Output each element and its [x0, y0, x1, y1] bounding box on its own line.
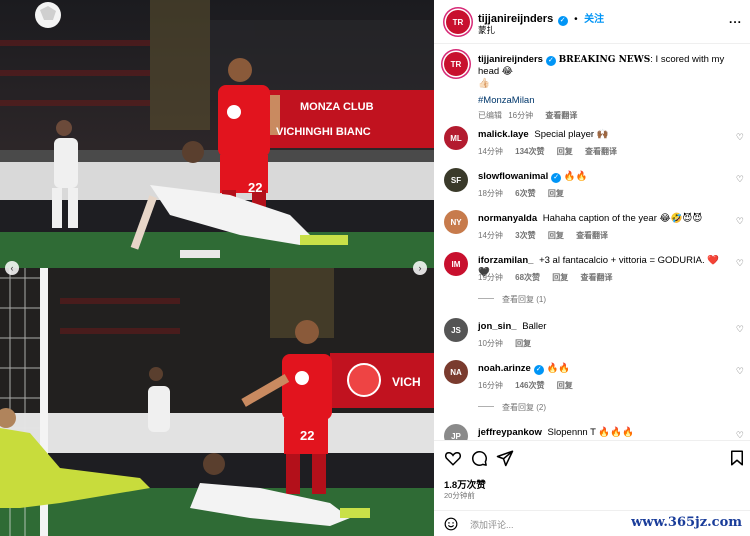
- post-header: TR tijjanireijnders ✓ • 关注 蒙扎 ...: [434, 0, 750, 44]
- caption-row: TR tijjanireijnders ✓ BREAKING NEWS: I sc…: [434, 52, 750, 120]
- chevron-left-icon[interactable]: ‹: [5, 261, 19, 275]
- heart-icon[interactable]: ♡: [736, 366, 744, 377]
- follow-button[interactable]: 关注: [584, 14, 604, 25]
- chevron-right-icon[interactable]: ›: [413, 261, 427, 275]
- caption-text: tijjanireijnders ✓ BREAKING NEWS: I score…: [478, 54, 728, 90]
- emoji-icon[interactable]: [444, 517, 458, 531]
- like-count[interactable]: 146次赞: [515, 381, 544, 390]
- heart-icon[interactable]: ♡: [736, 132, 744, 143]
- comment-text: 🔥🔥: [546, 363, 571, 374]
- comment-item: NA noah.arinze ✓ 🔥🔥 16分钟 146次赞 回复 查看回复 (2…: [434, 360, 750, 420]
- comment-avatar[interactable]: IM: [444, 252, 468, 276]
- comment-item: NY normanyalda Hahaha caption of the yea…: [434, 210, 750, 246]
- translate-link[interactable]: 查看翻译: [576, 231, 608, 240]
- heart-icon[interactable]: [444, 449, 462, 467]
- svg-text:MONZA CLUB: MONZA CLUB: [300, 101, 374, 113]
- caption-meta: 已编辑 16分钟 查看翻译: [478, 111, 578, 120]
- comment-username[interactable]: malick.laye: [478, 129, 529, 140]
- comment-meta: 14分钟 134次赞 回复 查看翻译: [478, 147, 617, 156]
- comment-text: Baller: [522, 321, 547, 332]
- add-comment-bar: 添加评论... www.365jz.com: [434, 510, 750, 536]
- comments-list[interactable]: TR tijjanireijnders ✓ BREAKING NEWS: I sc…: [434, 44, 750, 440]
- like-count[interactable]: 134次赞: [515, 147, 544, 156]
- translate-link[interactable]: 查看翻译: [585, 147, 617, 156]
- comment-avatar[interactable]: ML: [444, 126, 468, 150]
- comment-avatar[interactable]: SF: [444, 168, 468, 192]
- photo-goal-aftermath: VICH 22: [0, 268, 434, 536]
- heart-icon[interactable]: ♡: [736, 324, 744, 335]
- comment-avatar[interactable]: JP: [444, 424, 468, 440]
- translate-link[interactable]: 查看翻译: [545, 111, 577, 120]
- comment-meta: 16分钟 146次赞 回复: [478, 381, 573, 390]
- hashtag-link[interactable]: #MonzaMilan: [478, 95, 535, 106]
- reply-button[interactable]: 回复: [548, 231, 564, 240]
- action-bar: 1.8万次赞 20分钟前: [434, 440, 750, 510]
- comment-avatar[interactable]: NY: [444, 210, 468, 234]
- post-time: 20分钟前: [444, 491, 475, 500]
- add-comment-input[interactable]: 添加评论...: [470, 518, 514, 531]
- reply-button[interactable]: 回复: [557, 147, 573, 156]
- comment-text: Slopennn T 🔥🔥🔥: [547, 427, 634, 438]
- like-count[interactable]: 68次赞: [515, 273, 540, 282]
- comment-item: SF slowflowanimal ✓ 🔥🔥 18分钟 6次赞 回复 ♡: [434, 168, 750, 204]
- comment-item: IM iforzamilan_ +3 al fantacalcio + vitt…: [434, 252, 750, 312]
- caption-emoji: 👍🏻: [478, 78, 490, 89]
- heart-icon[interactable]: ♡: [736, 258, 744, 269]
- view-replies-button[interactable]: 查看回复 (1): [478, 294, 546, 305]
- caption-highlight: BREAKING NEWS: [558, 55, 651, 65]
- bookmark-icon[interactable]: [728, 449, 746, 467]
- comment-item: ML malick.laye Special player 🙌🏾 14分钟 13…: [434, 126, 750, 162]
- reply-button[interactable]: 回复: [552, 273, 568, 282]
- comment-username[interactable]: jon_sin_: [478, 321, 517, 332]
- post-media[interactable]: 22 MONZA CLUB VICHINGHI BIANC VICH 22 ‹ …: [0, 0, 434, 536]
- comment-item: JP jeffreypankow Slopennn T 🔥🔥🔥 ♡: [434, 424, 750, 440]
- comment-username[interactable]: noah.arinze: [478, 363, 531, 374]
- svg-text:VICHINGHI BIANC: VICHINGHI BIANC: [276, 126, 371, 138]
- svg-text:VICH: VICH: [392, 375, 421, 389]
- comment-text: Special player 🙌🏾: [534, 129, 609, 140]
- watermark: www.365jz.com: [629, 515, 744, 530]
- comment-icon[interactable]: [470, 449, 488, 467]
- like-count[interactable]: 6次赞: [515, 189, 535, 198]
- caption-username[interactable]: tijjanireijnders: [478, 54, 543, 65]
- comment-meta: 18分钟 6次赞 回复: [478, 189, 564, 198]
- photo-header-goal: 22 MONZA CLUB VICHINGHI BIANC: [0, 0, 434, 268]
- author-line: tijjanireijnders ✓ • 关注: [478, 13, 605, 26]
- reply-button[interactable]: 回复: [548, 189, 564, 198]
- comment-meta: 14分钟 3次赞 回复 查看翻译: [478, 231, 609, 240]
- reply-button[interactable]: 回复: [515, 339, 531, 348]
- comment-meta: 19分钟 68次赞 回复 查看翻译: [478, 273, 613, 282]
- comment-avatar[interactable]: NA: [444, 360, 468, 384]
- comment-text: Hahaha caption of the year 😂🤣😈😈: [542, 213, 703, 224]
- location-label[interactable]: 蒙扎: [478, 24, 495, 36]
- comment-avatar[interactable]: JS: [444, 318, 468, 342]
- heart-icon[interactable]: ♡: [736, 216, 744, 227]
- verified-icon: ✓: [551, 173, 562, 183]
- reply-button[interactable]: 回复: [557, 381, 573, 390]
- post-panel: TR tijjanireijnders ✓ • 关注 蒙扎 ... TR tij…: [434, 0, 750, 536]
- heart-icon[interactable]: ♡: [736, 430, 744, 440]
- like-count[interactable]: 3次赞: [515, 231, 535, 240]
- svg-text:22: 22: [300, 428, 314, 443]
- comment-username[interactable]: slowflowanimal: [478, 171, 548, 182]
- comment-username[interactable]: normanyalda: [478, 213, 537, 224]
- author-avatar[interactable]: TR: [446, 10, 470, 34]
- author-avatar[interactable]: TR: [444, 52, 468, 76]
- comment-item: JS jon_sin_ Baller 10分钟 回复 ♡: [434, 318, 750, 354]
- share-icon[interactable]: [496, 449, 514, 467]
- verified-icon: ✓: [557, 16, 568, 26]
- view-replies-button[interactable]: 查看回复 (2): [478, 402, 546, 413]
- more-icon[interactable]: ...: [729, 12, 742, 26]
- svg-text:22: 22: [248, 180, 262, 195]
- comment-meta: 10分钟 回复: [478, 339, 532, 348]
- comment-text: 🔥🔥: [563, 171, 588, 182]
- verified-icon: ✓: [533, 365, 544, 375]
- translate-link[interactable]: 查看翻译: [581, 273, 613, 282]
- comment-username[interactable]: iforzamilan_: [478, 255, 533, 266]
- comment-username[interactable]: jeffreypankow: [478, 427, 542, 438]
- verified-icon: ✓: [545, 56, 556, 66]
- heart-icon[interactable]: ♡: [736, 174, 744, 185]
- like-count[interactable]: 1.8万次赞: [444, 477, 486, 491]
